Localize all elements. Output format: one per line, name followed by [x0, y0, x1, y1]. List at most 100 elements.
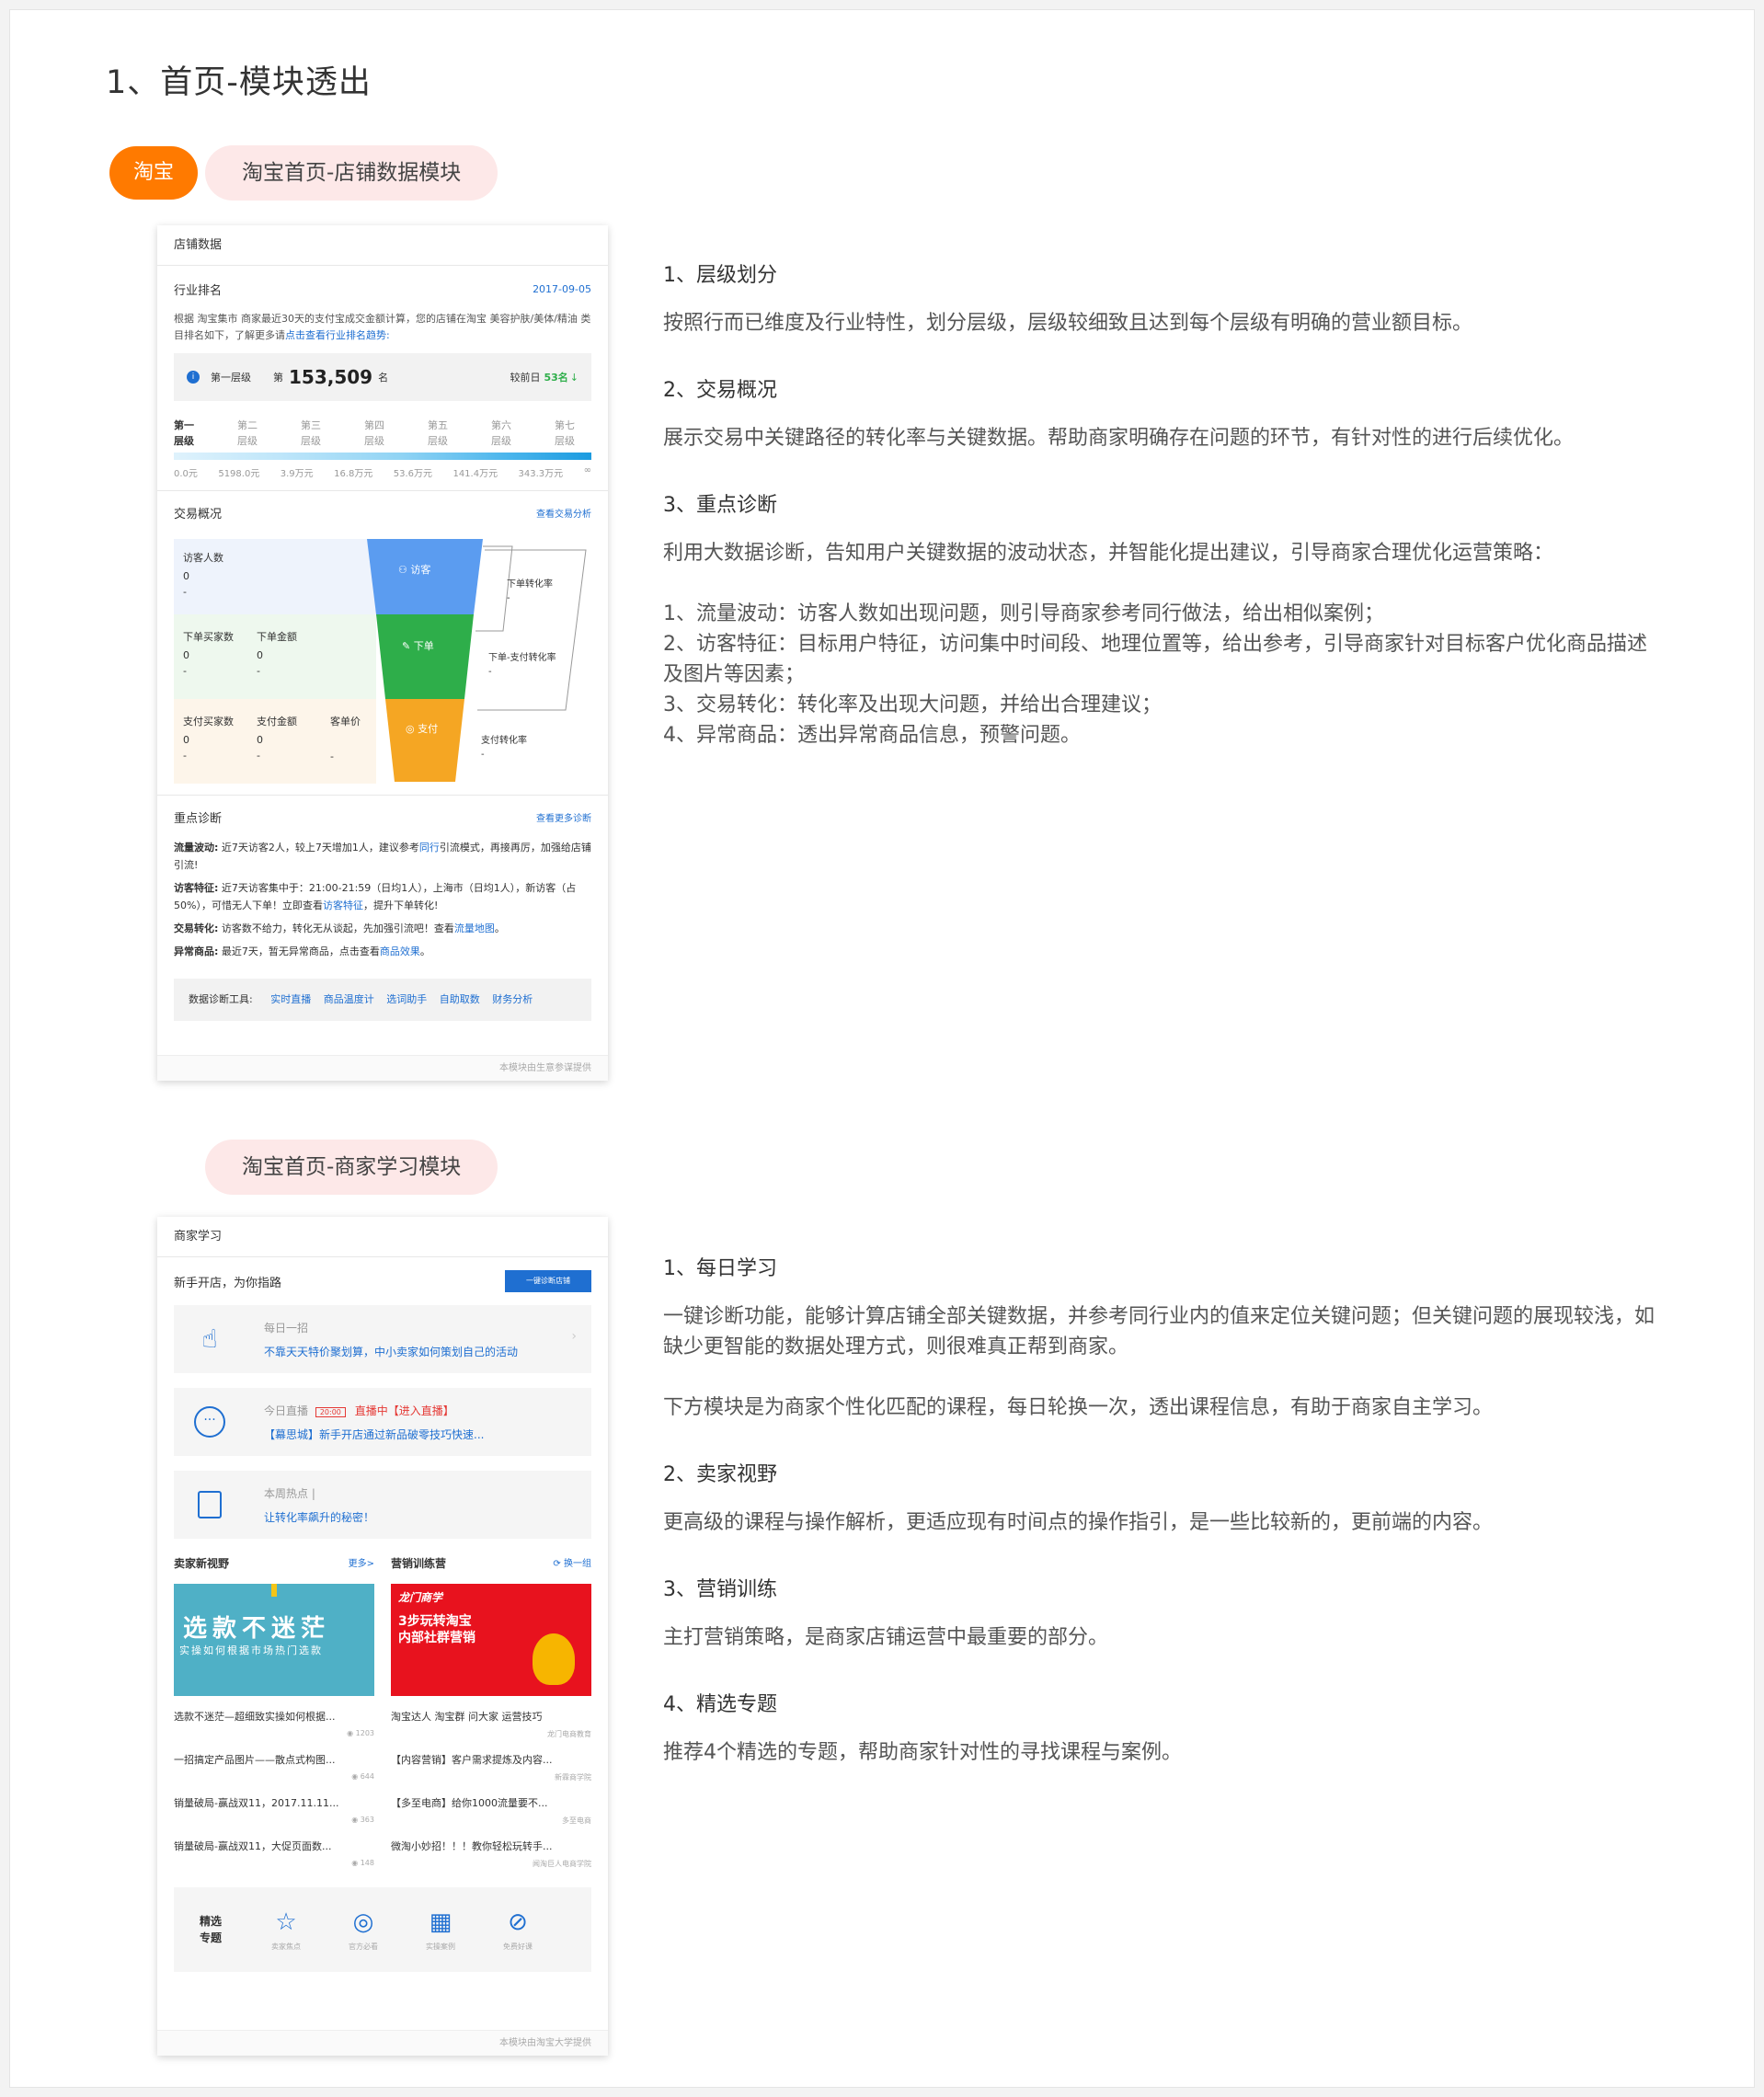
pay-buyers-value: 0: [183, 734, 189, 746]
seller-vision-title: 卖家新视野: [174, 1557, 230, 1570]
featured-item[interactable]: ▦ 实操案例: [402, 1908, 479, 1952]
course-row: 一招搞定产品图片——散点式构图... ◉ 644 【内容营销】客户需求提炼及内容.…: [174, 1752, 591, 1782]
pay-block: 支付买家数 0 - 支付金额 0 - 客单价 -: [174, 699, 376, 784]
desc-text: 3、交易转化：转化率及出现大问题，并给出合理建议；: [663, 693, 1162, 716]
industry-trend-link[interactable]: 点击查看行业排名趋势:: [285, 329, 390, 341]
course-item[interactable]: 销量破局-赢战双11，2017.11.11... ◉ 363: [174, 1795, 374, 1826]
panel-header: 商家学习: [157, 1217, 608, 1257]
industry-section: 行业排名 2017-09-05 根据 淘宝集市 商家最近30天的支付宝成交金额计…: [157, 281, 608, 449]
trade-title: 交易概况: [174, 508, 223, 521]
trend-icon: ⊘: [508, 1908, 528, 1936]
order-buyers-value: 0: [183, 649, 189, 661]
pay-buyers-sub: -: [183, 750, 187, 762]
panel-footer: 本模块由生意参谋提供: [157, 1055, 608, 1081]
course-section-headers: 卖家新视野 更多> 营销训练营 ⟳ 换一组: [174, 1555, 591, 1571]
tick-label: ∞: [583, 465, 591, 476]
guide-row: 新手开店，为你指路 一键诊断店铺: [157, 1257, 608, 1305]
funnel-order: [376, 614, 474, 699]
pay-amount-value: 0: [257, 734, 263, 746]
industry-desc: 根据 淘宝集市 商家最近30天的支付宝成交金额计算，您的店铺在淘宝 美容护肤/美…: [174, 311, 591, 344]
peer-link[interactable]: 同行: [419, 842, 440, 854]
pin-icon: [271, 1584, 277, 1597]
tools-label: 数据诊断工具:: [189, 993, 253, 1005]
live-time-badge: 20:00: [315, 1407, 346, 1417]
hand-pointer-icon: ☝: [201, 1324, 218, 1354]
funnel-order-label: ✎ 下单: [402, 640, 434, 652]
funnel-visit-label: ⚇ 访客: [398, 564, 431, 576]
hot-topic-card[interactable]: 本周热点 | 让转化率飙升的秘密！: [174, 1471, 591, 1539]
tool-link[interactable]: 财务分析: [492, 993, 533, 1005]
rank-prefix: 第: [273, 372, 283, 384]
level-label: 第一层级: [211, 372, 251, 384]
course-item[interactable]: 【多至电商】给你1000流量要不... 多至电商: [391, 1795, 591, 1826]
card-link[interactable]: 让转化率飙升的秘密！: [264, 1509, 374, 1525]
star-doc-icon: ☆: [275, 1908, 297, 1936]
banner-select-product[interactable]: 选款不迷茫 实操如何根据市场热门选款: [174, 1584, 374, 1696]
level-list: 第一 层级 第二 层级 第三 层级 第四 层级 第五 层级 第六 层级 第七 层级: [174, 418, 591, 449]
course-item[interactable]: 【内容营销】客户需求提炼及内容... 新霖商学院: [391, 1752, 591, 1782]
refresh-button[interactable]: ⟳ 换一组: [553, 1555, 591, 1571]
chevron-right-icon: ›: [571, 1329, 577, 1344]
more-link[interactable]: 更多>: [349, 1555, 374, 1571]
learning-panel: 商家学习 新手开店，为你指路 一键诊断店铺 ☝ 每日一招 不靠天天特价聚划算，中…: [157, 1217, 608, 2056]
course-item[interactable]: 选款不迷茫—超细致实操如何根据... ◉ 1203: [174, 1709, 374, 1739]
level-item: 第七 层级: [555, 419, 575, 447]
visitor-feature-link[interactable]: 访客特征: [323, 900, 363, 911]
featured-item[interactable]: ⊘ 免费好课: [479, 1908, 556, 1952]
level-bar: [174, 453, 591, 460]
card-link[interactable]: 不靠天天特价聚划算，中小卖家如何策划自己的活动: [264, 1344, 518, 1359]
desc-text: 下方模块是为商家个性化匹配的课程，每日轮换一次，透出课程信息，有助于商家自主学习…: [663, 1396, 1494, 1419]
enter-live-link[interactable]: 直播中【进入直播】: [355, 1404, 454, 1417]
desc-block: 3、重点诊断 利用大数据诊断，告知用户关键数据的波动状态，并智能化提出建议，引导…: [663, 488, 1656, 751]
rate-pay: 支付转化率 -: [481, 736, 527, 760]
product-effect-link[interactable]: 商品效果: [380, 945, 420, 957]
course-item[interactable]: 淘宝达人 淘宝群 问大家 运营技巧 龙门电商教育: [391, 1709, 591, 1739]
desc-heading: 1、每日学习: [663, 1257, 777, 1280]
level-item: 第一 层级: [174, 419, 194, 447]
rank-suffix: 名: [378, 372, 389, 384]
tool-link[interactable]: 自助取数: [440, 993, 480, 1005]
trade-analysis-link[interactable]: 查看交易分析: [536, 506, 591, 520]
featured-item[interactable]: ☆ 卖家焦点: [247, 1908, 325, 1952]
desc-text: 利用大数据诊断，告知用户关键数据的波动状态，并智能化提出建议，引导商家合理优化运…: [663, 542, 1554, 565]
diagnosis-item: 流量波动: 近7天访客2人，较上7天增加1人，建议参考同行引流模式，再接再厉，加…: [174, 842, 591, 871]
tick-label: 343.3万元: [518, 469, 564, 479]
course-item[interactable]: 一招搞定产品图片——散点式构图... ◉ 644: [174, 1752, 374, 1782]
course-item[interactable]: 销量破局-赢战双11，大促页面数... ◉ 148: [174, 1839, 374, 1869]
level-item: 第三 层级: [301, 419, 321, 447]
daily-tip-card[interactable]: ☝ 每日一招 不靠天天特价聚划算，中小卖家如何策划自己的活动 ›: [174, 1305, 591, 1373]
visitor-block: 访客人数 0 -: [174, 539, 376, 614]
learn-description: 1、每日学习 一键诊断功能，能够计算店铺全部关键数据，并参考同行业内的值来定位关…: [663, 1252, 1656, 1768]
desc-block: 2、交易概况 展示交易中关键路径的转化率与关键数据。帮助商家明确存在问题的环节，…: [663, 373, 1656, 453]
medal-icon: ◎: [352, 1908, 374, 1936]
diagnosis-item: 异常商品: 最近7天，暂无异常商品，点击查看商品效果。: [174, 945, 430, 957]
tool-link[interactable]: 商品温度计: [324, 993, 374, 1005]
rank-value: 153,509: [289, 366, 373, 388]
guide-title: 新手开店，为你指路: [174, 1276, 282, 1290]
featured-topics: 精选 专题 ☆ 卖家焦点 ◎ 官方必看 ▦ 实操案例 ⊘ 免费好课: [174, 1887, 591, 1972]
featured-item[interactable]: ◎ 官方必看: [325, 1908, 402, 1952]
dragon-mascot-icon: [533, 1633, 575, 1685]
hammer-icon: ✎: [402, 640, 411, 652]
live-header: 今日直播 20:00 直播中【进入直播】: [264, 1404, 454, 1417]
desc-heading: 1、层级划分: [663, 264, 777, 287]
course-row: 销量破局-赢战双11，大促页面数... ◉ 148 微淘小妙招！！！教你轻松玩转手…: [174, 1839, 591, 1869]
order-amount-value: 0: [257, 649, 263, 661]
desc-text: 2、访客特征：目标用户特征，访问集中时间段、地理位置等，给出参考，引导商家针对目…: [663, 633, 1648, 686]
course-row: 选款不迷茫—超细致实操如何根据... ◉ 1203 淘宝达人 淘宝群 问大家 运营…: [174, 1709, 591, 1739]
tool-link[interactable]: 选词助手: [386, 993, 427, 1005]
industry-title: 行业排名: [174, 284, 223, 298]
live-card[interactable]: ··· 今日直播 20:00 直播中【进入直播】 【幕思城】新手开店通过新品破零…: [174, 1388, 591, 1456]
trade-section: 交易概况 查看交易分析 访客人数 0 - 下单买家数 0 - 下单金额 0 -: [157, 491, 608, 795]
banner-logo: 龙门商学: [398, 1591, 443, 1604]
desc-block: 3、营销训练 主打营销策略，是商家店铺运营中最重要的部分。: [663, 1573, 1656, 1653]
order-block: 下单买家数 0 - 下单金额 0 -: [174, 614, 376, 699]
more-diagnosis-link[interactable]: 查看更多诊断: [536, 810, 591, 824]
tool-link[interactable]: 实时直播: [270, 993, 311, 1005]
panel-footer: 本模块由淘宝大学提供: [157, 2030, 608, 2056]
traffic-map-link[interactable]: 流量地图: [454, 922, 495, 934]
banner-social-marketing[interactable]: 龙门商学 3步玩转淘宝 内部社群营销: [391, 1584, 591, 1696]
card-link[interactable]: 【幕思城】新手开店通过新品破零技巧快速...: [264, 1427, 484, 1442]
course-item[interactable]: 微淘小妙招！！！教你轻松玩转手... 闻淘巨人电商学院: [391, 1839, 591, 1869]
diagnose-store-button[interactable]: 一键诊断店铺: [505, 1270, 591, 1292]
